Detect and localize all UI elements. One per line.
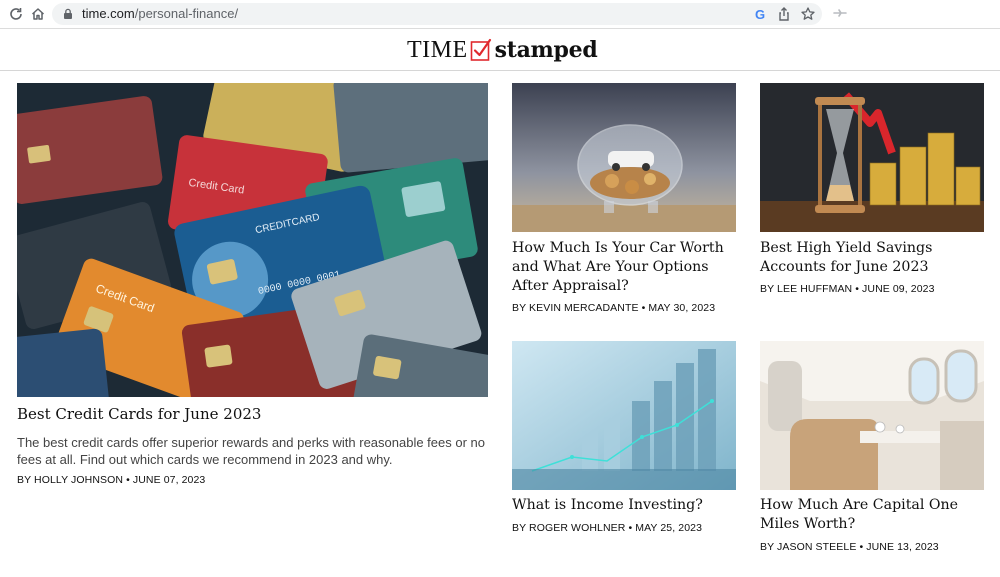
income-article-byline[interactable]: BY ROGER WOHLNER • MAY 25, 2023: [512, 521, 702, 535]
miles-article-title[interactable]: How Much Are Capital One Miles Worth?: [760, 496, 984, 534]
url-path: /personal-finance/: [134, 6, 239, 21]
star-icon[interactable]: [800, 6, 816, 22]
hourglass-coins-illustration: [760, 83, 984, 232]
savings-article-title[interactable]: Best High Yield Savings Accounts for Jun…: [760, 239, 984, 277]
hero-article-dek: The best credit cards offer superior rew…: [17, 435, 485, 467]
home-icon[interactable]: [30, 6, 46, 22]
car-article-title[interactable]: How Much Is Your Car Worth and What Are …: [512, 239, 736, 296]
reload-icon[interactable]: [8, 6, 24, 22]
address-url[interactable]: time.com/personal-finance/: [82, 6, 238, 22]
hero-article-title[interactable]: Best Credit Cards for June 2023: [17, 404, 487, 424]
google-icon[interactable]: G: [752, 6, 768, 22]
savings-article-image[interactable]: [760, 83, 984, 232]
url-host: time.com: [82, 6, 135, 21]
income-article-image[interactable]: [512, 341, 736, 490]
site-logo[interactable]: TIME stamped: [407, 35, 598, 65]
site-header: TIME stamped: [0, 29, 1000, 71]
savings-article-byline[interactable]: BY LEE HUFFMAN • JUNE 09, 2023: [760, 282, 935, 296]
income-article-title[interactable]: What is Income Investing?: [512, 496, 736, 515]
car-article-byline[interactable]: BY KEVIN MERCADANTE • MAY 30, 2023: [512, 301, 715, 315]
lock-icon[interactable]: [62, 8, 74, 20]
checkmark-icon: [470, 38, 491, 61]
share-icon[interactable]: [776, 6, 792, 22]
coin-chart-illustration: [512, 341, 736, 490]
miles-article-image[interactable]: [760, 341, 984, 490]
car-article-image[interactable]: [512, 83, 736, 232]
browser-toolbar: time.com/personal-finance/ G: [0, 0, 1000, 29]
logo-stamped-wordmark: stamped: [494, 37, 598, 63]
hero-article-byline[interactable]: BY HOLLY JOHNSON • JUNE 07, 2023: [17, 473, 205, 487]
svg-text:G: G: [755, 7, 765, 22]
logo-time-wordmark: TIME: [407, 37, 468, 63]
hero-image[interactable]: Credit Card CREDITCARD 0000 0000 0001 Cr…: [17, 83, 488, 397]
piggy-bank-illustration: [512, 83, 736, 232]
address-bar[interactable]: time.com/personal-finance/ G: [52, 3, 822, 25]
extension-icon[interactable]: [832, 6, 848, 22]
credit-cards-illustration: Credit Card CREDITCARD 0000 0000 0001 Cr…: [17, 83, 488, 397]
miles-article-byline[interactable]: BY JASON STEELE • JUNE 13, 2023: [760, 540, 939, 554]
airplane-cabin-illustration: [760, 341, 984, 490]
